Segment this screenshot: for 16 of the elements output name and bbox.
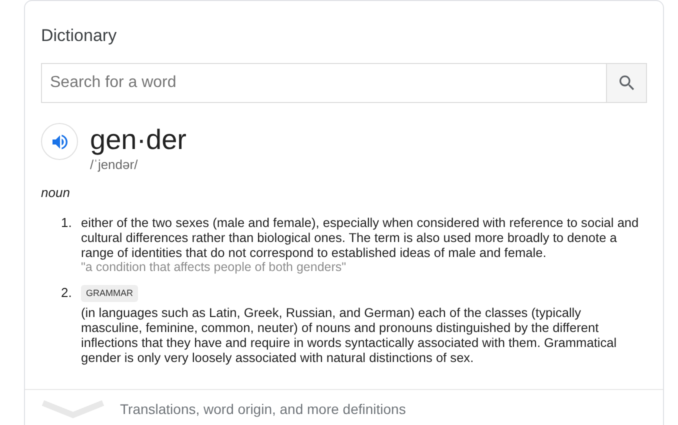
speaker-button[interactable] (41, 123, 78, 160)
definition-number: 1. (61, 214, 73, 232)
subject-label: GRAMMAR (81, 284, 138, 302)
part-of-speech: noun (41, 184, 70, 202)
definition-text: (in languages such as Latin, Greek, Russian, and German) each of the classes (typically masculine, feminine, common, neuter) of nouns and pronouns distinguished by the different inflections that they have and require in words syntactically associated with them. Grammatical gender is only very loosely associated with natural distinctions of sex. (81, 304, 618, 364)
search-button[interactable] (607, 63, 647, 103)
pronunciation: /ˈjendər/ (90, 157, 138, 173)
search-icon (616, 73, 636, 93)
definition-number: 2. (61, 284, 73, 302)
speaker-icon (50, 132, 70, 152)
definition-text: either of the two sexes (male and female), especially when considered with reference to social and cultural differences rather than biological ones. The term is also used more broadly to denote a range of identities that do not correspond to established ideas of male and female. (81, 214, 640, 260)
example-sentence: "a condition that affects people of both genders" (81, 260, 348, 274)
more-definitions-link[interactable]: Translations, word origin, and more definitions (120, 398, 406, 420)
card-title: Dictionary (41, 25, 117, 47)
headword: gen·der (90, 123, 187, 157)
search-field[interactable]: Search for a word (41, 63, 607, 103)
